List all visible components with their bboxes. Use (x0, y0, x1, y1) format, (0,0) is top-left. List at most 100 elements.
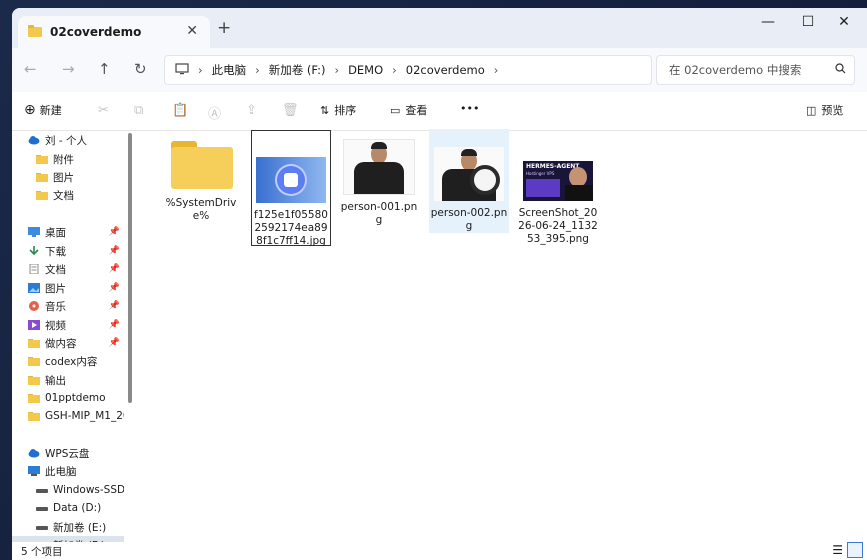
view-label: 查看 (405, 104, 428, 117)
computer-icon (175, 62, 189, 78)
file-name: person-001.png (340, 201, 418, 226)
sidebar-item-label: 附件 (53, 153, 74, 166)
breadcrumb-separator-icon: › (198, 63, 203, 77)
sidebar-item-label: GSH-MIP_M1_202 (45, 410, 124, 422)
sidebar-item-label: Windows-SSD (C (53, 484, 124, 496)
paste-icon[interactable]: 📋 (172, 103, 188, 118)
tab-title: 02coverdemo (50, 25, 142, 39)
sidebar-item[interactable]: Windows-SSD (C (12, 481, 124, 499)
search-input[interactable]: 在 02coverdemo 中搜索 (656, 55, 855, 85)
details-view-icon[interactable]: ☰ (832, 543, 843, 557)
breadcrumb-separator-icon: › (334, 63, 340, 77)
pin-icon: 📌 (108, 320, 120, 330)
sidebar-item[interactable]: 图片 (12, 168, 124, 186)
sidebar-item-label: 文档 (45, 263, 66, 276)
file-name: person-002.png (430, 207, 508, 232)
sidebar-item-label: 输出 (45, 374, 66, 387)
back-arrow-icon[interactable]: ← (24, 60, 37, 78)
sidebar-item-label: 图片 (45, 282, 66, 295)
new-tab-button[interactable]: + (217, 18, 231, 38)
sidebar-item[interactable]: 输出 (12, 371, 124, 389)
image-thumbnail (343, 139, 415, 195)
command-bar: ⊕ 新建 ✂ ⧉ 📋 Ⓐ ⇪ 🗑 ⇅ 排序 ▭ 查看 ••• ◫ 预览 (12, 92, 867, 131)
preview-button[interactable]: ◫ 预览 (806, 102, 843, 118)
folder-icon (28, 25, 42, 37)
close-tab-icon[interactable]: ✕ (186, 23, 198, 39)
preview-pane-icon: ◫ (806, 103, 817, 117)
new-button[interactable]: ⊕ 新建 (24, 102, 62, 118)
cut-icon[interactable]: ✂ (98, 103, 109, 118)
file-list-pane: %SystemDrive% f125e1f055802592174ea898f1… (136, 129, 867, 543)
sidebar-item[interactable]: 文档 📌 (12, 260, 124, 278)
breadcrumb-02coverdemo[interactable]: 02coverdemo (406, 63, 485, 77)
sidebar-item[interactable]: 下载 📌 (12, 242, 124, 260)
search-icon (835, 63, 846, 77)
breadcrumb-drive-f[interactable]: 新加卷 (F:) (269, 62, 326, 78)
thumb-subtitle-text: Hostinger VPS (526, 171, 555, 176)
sidebar-item[interactable]: 视频 📌 (12, 316, 124, 334)
sidebar-item-label: 下载 (45, 245, 66, 258)
navigation-pane: 刘 - 个人 附件 图片 文档 桌面 📌 下载 📌 文档 📌 图片 📌 音乐 📌 视频 📌 做内容 📌 codex内… (12, 131, 130, 554)
sidebar-item[interactable]: 图片 📌 (12, 279, 124, 297)
file-item-f125-jpg[interactable]: f125e1f055802592174ea898f1c7ff14.jpg (251, 130, 331, 247)
sidebar-item-label: Data (D:) (53, 502, 102, 514)
sidebar-item[interactable]: WPS云盘 (12, 444, 124, 462)
sidebar-item[interactable]: Data (D:) (12, 499, 124, 517)
sidebar-scrollbar[interactable] (128, 133, 132, 403)
address-bar[interactable]: › 此电脑 › 新加卷 (F:) › DEMO › 02coverdemo › (164, 55, 652, 85)
pin-icon: 📌 (108, 264, 120, 274)
sidebar-item[interactable]: 音乐 📌 (12, 297, 124, 315)
sidebar-item[interactable]: 刘 - 个人 (12, 131, 124, 149)
refresh-icon[interactable]: ↻ (134, 60, 147, 78)
pin-icon: 📌 (108, 283, 120, 293)
sidebar-item-label: 图片 (53, 171, 74, 184)
folder-icon (28, 338, 40, 348)
file-item-systemdrive-folder[interactable]: %SystemDrive% (162, 139, 240, 223)
sort-button[interactable]: ⇅ 排序 (320, 102, 356, 118)
minimize-button[interactable]: — (752, 14, 784, 30)
file-name: %SystemDrive% (165, 197, 237, 222)
file-item-person-002[interactable]: person-002.png (429, 129, 509, 233)
copy-icon[interactable]: ⧉ (134, 103, 143, 118)
breadcrumb-this-pc[interactable]: 此电脑 (212, 62, 247, 78)
maximize-button[interactable]: ☐ (792, 14, 824, 30)
sidebar-item[interactable]: 文档 (12, 186, 124, 204)
sidebar-item[interactable]: 此电脑 (12, 462, 124, 480)
sidebar-item[interactable]: 做内容 📌 (12, 334, 124, 352)
sidebar-item[interactable]: 附件 (12, 150, 124, 168)
rename-icon[interactable]: Ⓐ (208, 103, 221, 122)
file-item-person-001[interactable]: person-001.png (340, 139, 418, 227)
sidebar-item[interactable]: 新加卷 (E:) (12, 518, 124, 536)
plus-circle-icon: ⊕ (24, 102, 36, 118)
large-icons-view-icon[interactable] (847, 542, 863, 558)
view-icon: ▭ (390, 103, 401, 117)
view-button[interactable]: ▭ 查看 (390, 102, 427, 118)
delete-icon[interactable]: 🗑 (282, 103, 299, 118)
sidebar-item[interactable]: 01pptdemo (12, 389, 124, 407)
more-options-button[interactable]: ••• (460, 102, 479, 115)
picture-icon (28, 283, 40, 293)
sidebar-item[interactable]: 桌面 📌 (12, 223, 124, 241)
sidebar-item[interactable]: codex内容 (12, 352, 124, 370)
computer-icon (28, 466, 40, 476)
share-icon[interactable]: ⇪ (246, 103, 257, 118)
sidebar-item-label: WPS云盘 (45, 447, 90, 460)
folder-icon (36, 172, 48, 182)
title-bar: 02coverdemo ✕ + — ☐ ✕ (12, 8, 867, 48)
image-thumbnail: HERMES-AGENT Hostinger VPS (523, 161, 593, 201)
sidebar-item-label: 文档 (53, 189, 74, 202)
sidebar-item-label: 01pptdemo (45, 392, 106, 404)
forward-arrow-icon[interactable]: → (62, 60, 75, 78)
sidebar-item-label: 音乐 (45, 300, 66, 313)
up-arrow-icon[interactable]: ↑ (98, 60, 111, 78)
sidebar-item-label: 新加卷 (E:) (53, 521, 107, 534)
tab-02coverdemo[interactable]: 02coverdemo ✕ (18, 16, 210, 48)
breadcrumb-demo[interactable]: DEMO (348, 63, 383, 77)
breadcrumb-separator-icon: › (493, 63, 499, 77)
close-button[interactable]: ✕ (828, 14, 860, 30)
folder-icon (28, 393, 40, 403)
breadcrumb-separator-icon: › (392, 63, 397, 77)
file-item-screenshot[interactable]: HERMES-AGENT Hostinger VPS ScreenShot_20… (518, 139, 598, 246)
sidebar-item[interactable]: GSH-MIP_M1_202 (12, 407, 124, 425)
file-explorer-window: 02coverdemo ✕ + — ☐ ✕ ← → ↑ ↻ › 此电脑 › 新加… (12, 8, 867, 560)
